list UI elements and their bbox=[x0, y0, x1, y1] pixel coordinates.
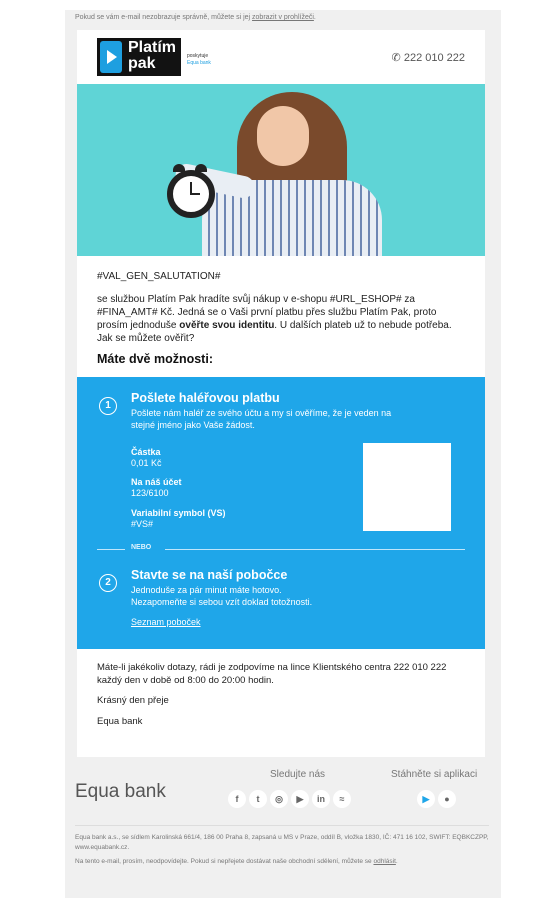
platim-pak-logo[interactable]: Platím pak bbox=[97, 38, 181, 76]
branch-list-link[interactable]: Seznam poboček bbox=[131, 617, 201, 629]
logo-arrow-icon bbox=[100, 41, 122, 73]
preheader-text: Pokud se vám e-mail nezobrazuje správně,… bbox=[75, 14, 253, 21]
option2-title: Stavte se na naší pobočce bbox=[131, 568, 288, 582]
provider-line1: poskytuje bbox=[187, 53, 209, 59]
option1-number: 1 bbox=[99, 397, 117, 415]
amount-value: 0,01 Kč bbox=[131, 458, 162, 468]
app-links: ▶ ● bbox=[417, 789, 459, 808]
apple-icon[interactable]: ● bbox=[438, 790, 456, 808]
intro-text: #VAL_GEN_SALUTATION# se službou Platím P… bbox=[97, 270, 467, 353]
option2-number: 2 bbox=[99, 574, 117, 592]
qr-code bbox=[363, 443, 451, 531]
logo-line1: Platím bbox=[128, 39, 177, 56]
intro-bold: ověřte svou identitu bbox=[179, 320, 275, 331]
account-label: Na náš účet bbox=[131, 477, 182, 487]
vs-value: #VS# bbox=[131, 519, 154, 529]
youtube-icon[interactable]: ▶ bbox=[291, 790, 309, 808]
phone-value: 222 010 222 bbox=[403, 52, 465, 64]
equa-bank-logo[interactable]: Equa bank bbox=[75, 781, 166, 803]
linkedin-icon[interactable]: in bbox=[312, 790, 330, 808]
signature: Equa bank bbox=[97, 715, 143, 727]
legal-line2-text: Na tento e-mail, prosím, neodpovídejte. … bbox=[75, 858, 374, 865]
view-in-browser-link[interactable]: zobrazit v prohlížeči bbox=[252, 14, 314, 21]
legal-line1: Equa bank a.s., se sídlem Karolinská 661… bbox=[75, 834, 489, 851]
twitter-icon[interactable]: t bbox=[249, 790, 267, 808]
hero-face bbox=[257, 106, 309, 166]
option2-desc1: Jednoduše za pár minut máte hotovo. bbox=[131, 585, 282, 595]
download-app-label: Stáhněte si aplikaci bbox=[391, 769, 478, 780]
facebook-icon[interactable]: f bbox=[228, 790, 246, 808]
contact-paragraph: Máte-li jakékoliv dotazy, rádi je zodpov… bbox=[97, 662, 447, 686]
email-card: Platím pak poskytuje Equa bank ✆ 222 010… bbox=[77, 30, 485, 757]
footer-divider bbox=[75, 825, 489, 826]
salutation: #VAL_GEN_SALUTATION# bbox=[97, 271, 221, 282]
account-value: 123/6100 bbox=[131, 488, 169, 498]
legal-line2-end: . bbox=[395, 858, 398, 865]
option1-desc: Pošlete nám haléř ze svého účtu a my si … bbox=[131, 408, 392, 430]
logo-line2: pak bbox=[128, 55, 156, 72]
options-panel: 1 Pošlete haléřovou platbu Pošlete nám h… bbox=[77, 377, 485, 649]
preheader: Pokud se vám e-mail nezobrazuje správně,… bbox=[75, 14, 316, 21]
legal-line2: Na tento e-mail, prosím, neodpovídejte. … bbox=[75, 857, 489, 867]
preheader-end: . bbox=[313, 14, 316, 21]
phone-number[interactable]: ✆ 222 010 222 bbox=[392, 51, 465, 64]
unsubscribe-link[interactable]: odhlásit bbox=[373, 858, 395, 865]
instagram-icon[interactable]: ◎ bbox=[270, 790, 288, 808]
amount-label: Částka bbox=[131, 447, 161, 457]
intro-paragraph: se službou Platím Pak hradíte svůj nákup… bbox=[97, 293, 467, 345]
follow-us-label: Sledujte nás bbox=[270, 769, 326, 780]
separator-line-right bbox=[165, 549, 465, 550]
closing-text: Máte-li jakékoliv dotazy, rádi je zodpov… bbox=[97, 662, 467, 736]
option2-desc2: Nezapomeňte si sebou vzít doklad totožno… bbox=[131, 597, 313, 607]
provider-text: poskytuje Equa bank bbox=[187, 53, 211, 67]
google-play-icon[interactable]: ▶ bbox=[417, 790, 435, 808]
or-separator: NEBO bbox=[97, 544, 465, 551]
footer: Equa bank Sledujte nás Stáhněte si aplik… bbox=[65, 765, 501, 815]
separator-line-left bbox=[97, 549, 125, 550]
greeting: Krásný den přeje bbox=[97, 695, 169, 706]
social-links: f t ◎ ▶ in ≈ bbox=[228, 789, 354, 809]
email-container: Pokud se vám e-mail nezobrazuje správně,… bbox=[65, 10, 501, 898]
vs-label: Variabilní symbol (VS) bbox=[131, 508, 226, 518]
separator-label: NEBO bbox=[131, 544, 152, 551]
options-heading: Máte dvě možnosti: bbox=[97, 352, 213, 366]
hero-image bbox=[77, 84, 485, 256]
phone-icon: ✆ bbox=[391, 52, 401, 64]
provider-line2: Equa bank bbox=[187, 60, 211, 66]
legal-text: Equa bank a.s., se sídlem Karolinská 661… bbox=[75, 833, 489, 871]
rss-icon[interactable]: ≈ bbox=[333, 790, 351, 808]
alarm-clock-icon bbox=[167, 170, 215, 218]
option1-title: Pošlete haléřovou platbu bbox=[131, 391, 280, 405]
